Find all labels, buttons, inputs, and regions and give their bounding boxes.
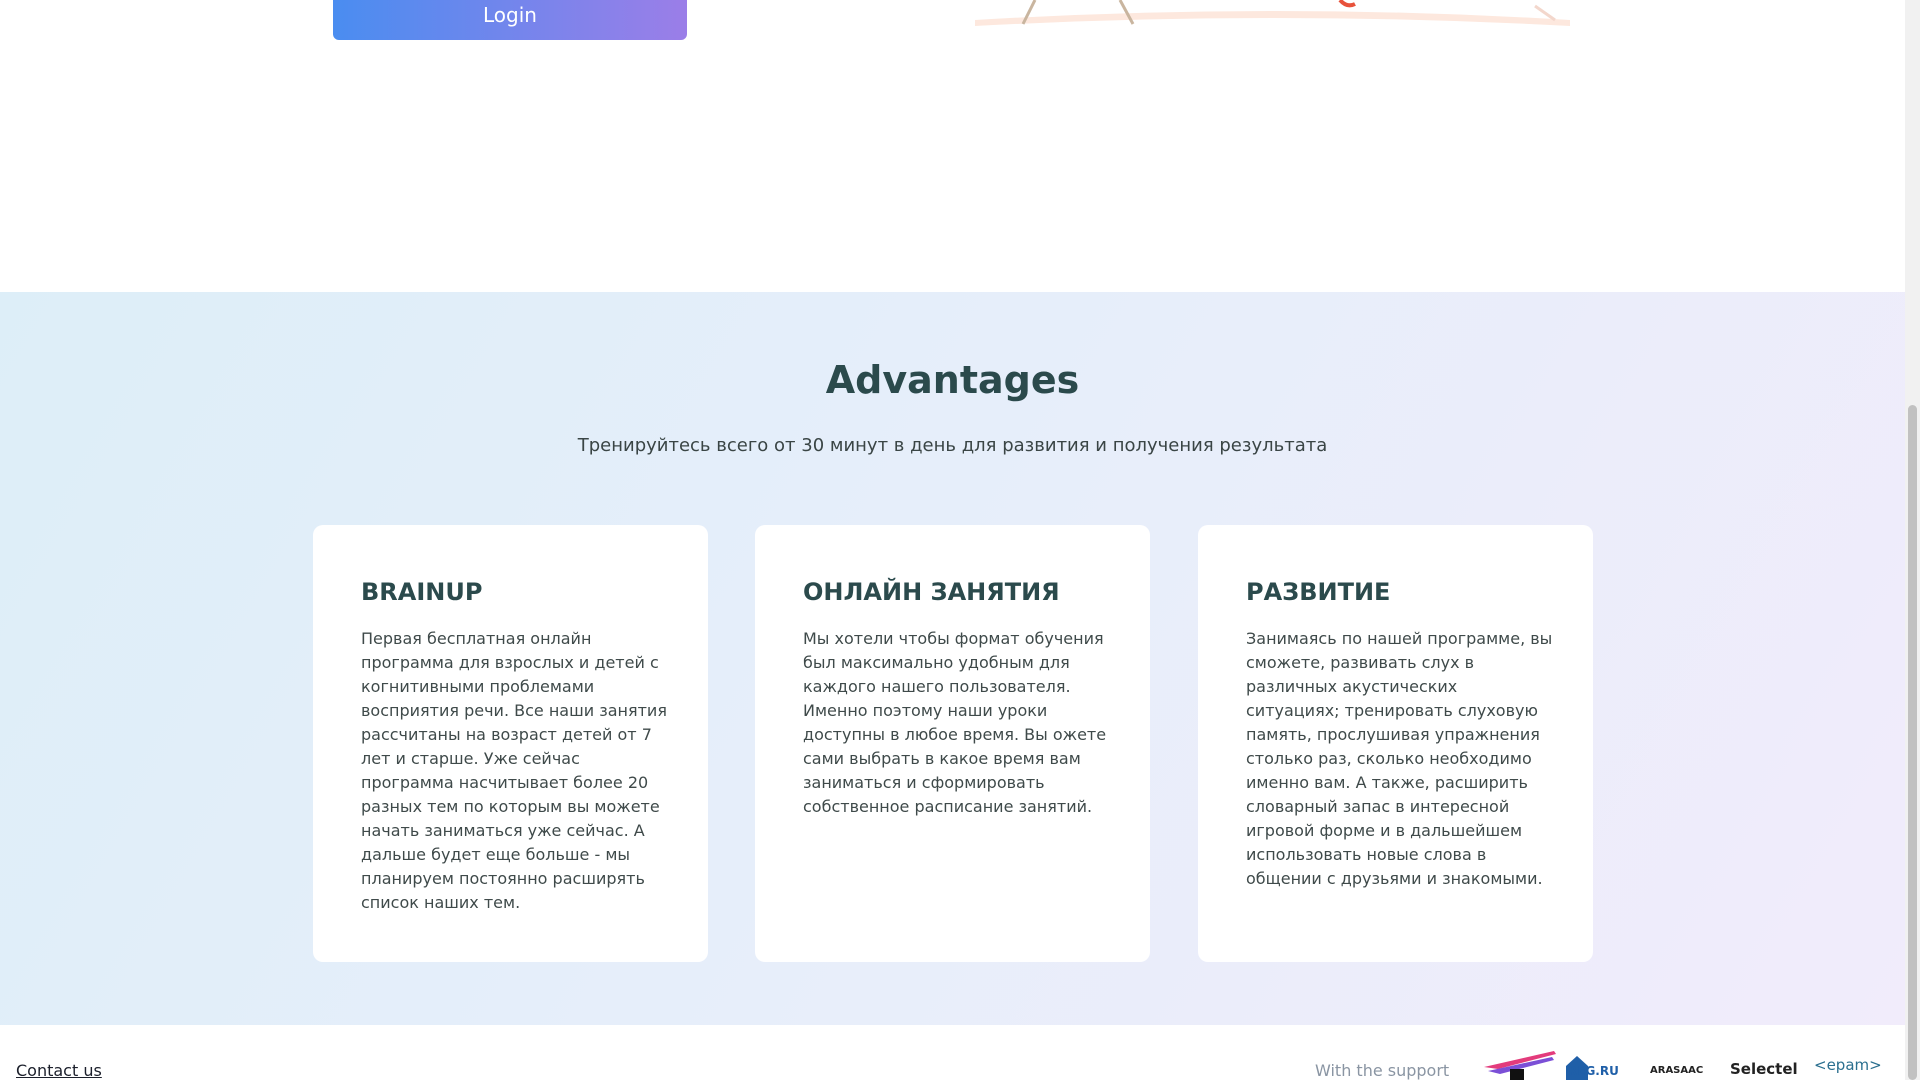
- sponsor-logo-arasaac[interactable]: ARASAAC: [1650, 1049, 1720, 1080]
- sponsor-logo-regru[interactable]: REG.RU: [1566, 1049, 1626, 1080]
- hero-illustration: [975, 0, 1570, 26]
- card-title: ОНЛАЙН ЗАНЯТИЯ: [803, 578, 1060, 606]
- hero-section: Login: [0, 0, 1905, 292]
- card-text: Мы хотели чтобы формат обучения был макс…: [803, 629, 1107, 816]
- sponsor-name: ARASAAC: [1650, 1065, 1704, 1076]
- card-text: Первая бесплатная онлайн программа для в…: [361, 629, 667, 912]
- sponsor-name: REG.RU: [1568, 1064, 1619, 1078]
- sponsor-logo-epam[interactable]: <epam>: [1814, 1049, 1882, 1080]
- advantages-subtitle: Тренируйтесь всего от 30 минут в день дл…: [577, 435, 1328, 456]
- advantages-section: Advantages Тренируйтесь всего от 30 мину…: [0, 292, 1905, 1025]
- contact-us-link[interactable]: Contact us: [16, 1061, 102, 1080]
- footer: Contact us With the support REG.RU ARASA…: [0, 1025, 1905, 1080]
- advantage-card-development: РАЗВИТИЕ Занимаясь по нашей программе, в…: [1198, 525, 1593, 962]
- sponsor-logo-selectel[interactable]: Selectel: [1730, 1049, 1805, 1080]
- advantages-title: Advantages: [825, 358, 1080, 402]
- sponsor-logo-stripes[interactable]: [1484, 1049, 1556, 1080]
- card-title: РАЗВИТИЕ: [1246, 578, 1391, 606]
- sponsor-name: Selectel: [1730, 1060, 1798, 1078]
- support-label: With the support: [1315, 1061, 1450, 1080]
- advantage-card-online: ОНЛАЙН ЗАНЯТИЯ Мы хотели чтобы формат об…: [755, 525, 1150, 962]
- login-button[interactable]: Login: [333, 0, 687, 40]
- card-text: Занимаясь по нашей программе, вы сможете…: [1246, 629, 1553, 888]
- scrollbar-thumb[interactable]: [1908, 405, 1917, 1080]
- sponsor-name: <epam>: [1814, 1056, 1882, 1074]
- stripes-logo-icon: [1484, 1051, 1556, 1080]
- advantage-card-brainup: BRAINUP Первая бесплатная онлайн програм…: [313, 525, 708, 962]
- card-title: BRAINUP: [361, 578, 483, 606]
